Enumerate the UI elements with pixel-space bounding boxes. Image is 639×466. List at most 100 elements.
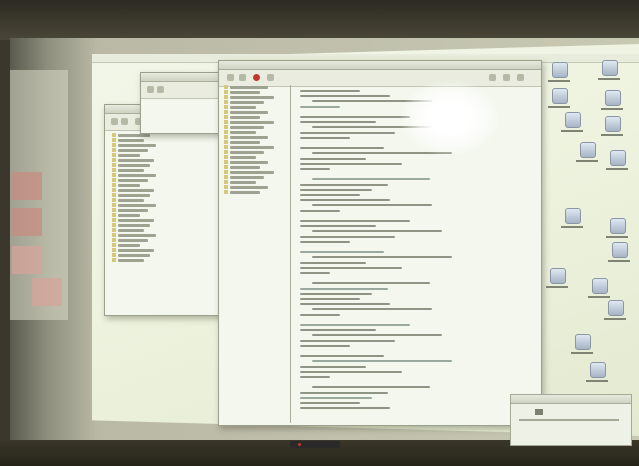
folder-icon <box>224 130 228 134</box>
list-item[interactable] <box>118 189 154 192</box>
run-icon[interactable] <box>239 74 246 81</box>
list-item[interactable] <box>230 141 260 144</box>
folder-icon <box>224 125 228 129</box>
code-line <box>300 376 330 378</box>
list-item[interactable] <box>118 179 148 182</box>
list-item[interactable] <box>118 174 156 177</box>
disk-icon[interactable] <box>610 218 626 234</box>
document-icon[interactable] <box>552 88 568 104</box>
list-item[interactable] <box>118 194 150 197</box>
list-item[interactable] <box>230 156 256 159</box>
list-item[interactable] <box>118 139 144 142</box>
list-item[interactable] <box>118 209 148 212</box>
list-item[interactable] <box>230 171 274 174</box>
folder-icon[interactable] <box>612 242 628 258</box>
folder-icon <box>112 153 116 157</box>
list-item[interactable] <box>230 111 268 114</box>
list-item[interactable] <box>118 239 148 242</box>
list-item[interactable] <box>118 184 140 187</box>
list-item[interactable] <box>118 154 140 157</box>
list-item[interactable] <box>118 204 156 207</box>
settings-icon[interactable] <box>517 74 524 81</box>
list-item[interactable] <box>230 96 274 99</box>
list-item[interactable] <box>118 219 154 222</box>
list-item[interactable] <box>230 151 264 154</box>
disk-icon[interactable] <box>590 362 606 378</box>
list-item[interactable] <box>118 134 150 137</box>
list-item[interactable] <box>230 101 264 104</box>
list-item[interactable] <box>118 229 144 232</box>
folder-icon[interactable] <box>565 112 581 128</box>
info-icon[interactable] <box>503 74 510 81</box>
list-item[interactable] <box>230 91 260 94</box>
code-line <box>300 188 372 191</box>
build-icon[interactable] <box>227 74 234 81</box>
list-item[interactable] <box>230 146 274 149</box>
list-item[interactable] <box>230 116 260 119</box>
folder-icon <box>112 253 116 257</box>
folder-icon[interactable] <box>602 60 618 76</box>
small-dialog[interactable] <box>510 394 632 446</box>
list-item[interactable] <box>230 176 264 179</box>
forward-icon[interactable] <box>157 86 164 93</box>
list-item[interactable] <box>118 169 144 172</box>
document-icon[interactable] <box>550 268 566 284</box>
ide-toolbar <box>219 70 541 87</box>
disk-icon[interactable] <box>592 278 608 294</box>
dialog-titlebar[interactable] <box>511 395 631 404</box>
list-item[interactable] <box>118 149 148 152</box>
list-item[interactable] <box>230 136 268 139</box>
code-line <box>300 194 360 196</box>
list-item[interactable] <box>118 214 140 217</box>
list-item[interactable] <box>118 159 154 162</box>
list-item[interactable] <box>230 161 268 164</box>
back-icon[interactable] <box>111 118 118 125</box>
document-icon[interactable] <box>605 116 621 132</box>
list-item[interactable] <box>230 106 256 109</box>
folder-icon <box>112 218 116 222</box>
folder-icon <box>112 178 116 182</box>
list-item[interactable] <box>230 121 274 124</box>
stop-icon[interactable] <box>253 74 260 81</box>
disk-icon[interactable] <box>580 142 596 158</box>
list-item[interactable] <box>230 86 268 89</box>
list-item[interactable] <box>118 234 156 237</box>
list-item[interactable] <box>118 244 140 247</box>
list-item[interactable] <box>230 186 268 189</box>
pane-divider[interactable] <box>290 85 291 423</box>
folder-icon <box>112 233 116 237</box>
folder-icon <box>112 228 116 232</box>
list-item[interactable] <box>230 181 256 184</box>
list-item[interactable] <box>230 166 260 169</box>
debug-icon[interactable] <box>267 74 274 81</box>
list-item[interactable] <box>118 259 144 262</box>
window-titlebar[interactable] <box>219 61 541 70</box>
code-line <box>300 157 366 160</box>
list-item[interactable] <box>118 254 150 257</box>
list-item[interactable] <box>118 249 154 252</box>
list-item[interactable] <box>230 191 260 194</box>
list-item[interactable] <box>118 164 150 167</box>
folder-icon <box>224 145 228 149</box>
search-icon[interactable] <box>489 74 496 81</box>
document-icon[interactable] <box>575 334 591 350</box>
list-item[interactable] <box>118 144 156 147</box>
code-line <box>300 131 395 134</box>
desktop-icon-label <box>588 296 610 298</box>
list-item[interactable] <box>230 126 264 129</box>
list-item[interactable] <box>230 131 256 134</box>
folder-icon[interactable] <box>608 300 624 316</box>
forward-icon[interactable] <box>121 118 128 125</box>
folder-icon <box>112 163 116 167</box>
list-item[interactable] <box>118 224 150 227</box>
disk-icon[interactable] <box>552 62 568 78</box>
document-icon[interactable] <box>565 208 581 224</box>
folder-icon[interactable] <box>610 150 626 166</box>
back-icon[interactable] <box>147 86 154 93</box>
desktop-icon-label <box>606 236 628 238</box>
folder-icon <box>112 193 116 197</box>
disk-icon[interactable] <box>605 90 621 106</box>
dialog-line <box>519 419 619 421</box>
list-item[interactable] <box>118 199 144 202</box>
code-line <box>300 162 402 165</box>
